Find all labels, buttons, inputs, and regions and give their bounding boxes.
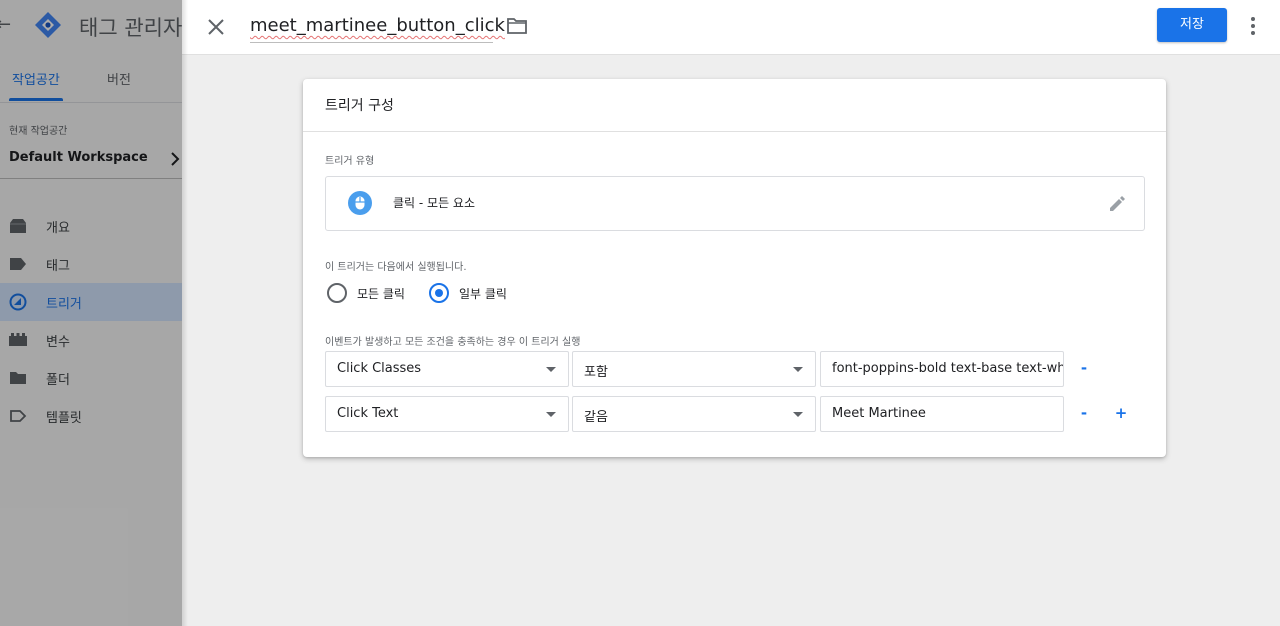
- tag-manager-logo-icon: [35, 12, 61, 38]
- input-value: Meet Martinee: [832, 406, 926, 421]
- trigger-type-label: 트리거 유형: [325, 156, 375, 167]
- app-title: 태그 관리자: [79, 16, 182, 40]
- condition-operator-select[interactable]: 같음: [572, 396, 816, 432]
- active-tab-indicator: [9, 98, 63, 101]
- panel-edge-shadow: [182, 0, 188, 626]
- workspace-name: Default Workspace: [9, 150, 148, 165]
- input-value: font-poppins-bold text-base text-white: [832, 361, 1064, 376]
- mouse-click-icon: [348, 191, 372, 215]
- save-button[interactable]: 저장: [1157, 8, 1227, 42]
- editor-topbar: meet_martinee_button_click 저장: [182, 0, 1280, 55]
- radio-label: 모든 클릭: [357, 287, 405, 301]
- dropdown-arrow-icon: [793, 367, 803, 372]
- chevron-right-icon: [171, 152, 180, 166]
- radio-selected-dot: [435, 289, 443, 297]
- condition-value-input[interactable]: font-poppins-bold text-base text-white: [820, 351, 1064, 387]
- sidebar-item-label: 개요: [46, 221, 70, 236]
- dropdown-arrow-icon: [546, 367, 556, 372]
- tab-versions[interactable]: 버전: [107, 69, 131, 88]
- tag-icon: [10, 258, 26, 270]
- folder-icon: [10, 372, 26, 384]
- condition-variable-select[interactable]: Click Classes: [325, 351, 569, 387]
- trigger-name-input[interactable]: meet_martinee_button_click: [250, 15, 505, 36]
- dropdown-arrow-icon: [793, 412, 803, 417]
- condition-value-input[interactable]: Meet Martinee: [820, 396, 1064, 432]
- more-vert-icon[interactable]: [1245, 15, 1261, 37]
- trigger-type-value: 클릭 - 모든 요소: [393, 196, 476, 210]
- fires-on-label: 이 트리거는 다음에서 실행됩니다.: [325, 262, 467, 273]
- remove-condition-button[interactable]: -: [1075, 359, 1093, 377]
- select-value: Click Text: [337, 406, 399, 421]
- trigger-icon: [9, 293, 27, 311]
- trigger-name-underline: [250, 42, 493, 43]
- sidebar-tabs: 작업공간 버전: [0, 60, 182, 103]
- edit-pencil-icon[interactable]: [1107, 194, 1127, 214]
- overview-icon: [10, 219, 26, 233]
- sidebar-item-folders[interactable]: 폴더: [0, 359, 182, 397]
- card-title: 트리거 구성: [325, 98, 394, 114]
- condition-variable-select[interactable]: Click Text: [325, 396, 569, 432]
- radio-label: 일부 클릭: [459, 287, 507, 301]
- sidebar-item-label: 트리거: [46, 297, 82, 312]
- select-value: 같음: [584, 410, 608, 425]
- sidebar-item-label: 템플릿: [46, 411, 82, 426]
- sidebar-item-triggers[interactable]: 트리거: [0, 283, 182, 321]
- sidebar: ← 태그 관리자 작업공간 버전 현재 작업공간 Default Workspa…: [0, 0, 182, 626]
- condition-operator-select[interactable]: 포함: [572, 351, 816, 387]
- sidebar-item-overview[interactable]: 개요: [0, 207, 182, 245]
- card-divider: [303, 131, 1166, 132]
- trigger-type-selector[interactable]: 클릭 - 모든 요소: [325, 176, 1145, 231]
- folder-icon[interactable]: [506, 16, 528, 36]
- add-condition-button[interactable]: +: [1112, 404, 1130, 422]
- select-value: 포함: [584, 365, 608, 380]
- conditions-label: 이벤트가 발생하고 모든 조건을 충족하는 경우 이 트리거 실행: [325, 337, 581, 348]
- sidebar-item-label: 태그: [46, 259, 70, 274]
- workspace-selector[interactable]: Default Workspace: [0, 140, 182, 179]
- back-arrow-icon[interactable]: ←: [0, 14, 11, 35]
- sidebar-item-tags[interactable]: 태그: [0, 245, 182, 283]
- template-icon: [10, 410, 27, 422]
- sidebar-item-label: 폴더: [46, 373, 70, 388]
- sidebar-item-templates[interactable]: 템플릿: [0, 397, 182, 435]
- sidebar-item-label: 변수: [46, 335, 70, 350]
- sidebar-header: ← 태그 관리자: [0, 0, 182, 52]
- workspace-label: 현재 작업공간: [9, 126, 68, 137]
- select-value: Click Classes: [337, 361, 422, 376]
- trigger-config-card: 트리거 구성 트리거 유형 클릭 - 모든 요소 이 트리거는 다음에서 실행됩…: [303, 79, 1166, 457]
- remove-condition-button[interactable]: -: [1075, 404, 1093, 422]
- dropdown-arrow-icon: [546, 412, 556, 417]
- sidebar-item-variables[interactable]: 변수: [0, 321, 182, 359]
- radio-circle: [327, 283, 347, 303]
- tab-workspace[interactable]: 작업공간: [12, 69, 60, 88]
- trigger-editor-panel: meet_martinee_button_click 저장 트리거 구성 트리거…: [182, 0, 1280, 626]
- variable-icon: [9, 333, 27, 346]
- close-icon[interactable]: [204, 15, 228, 39]
- radio-circle: [429, 283, 449, 303]
